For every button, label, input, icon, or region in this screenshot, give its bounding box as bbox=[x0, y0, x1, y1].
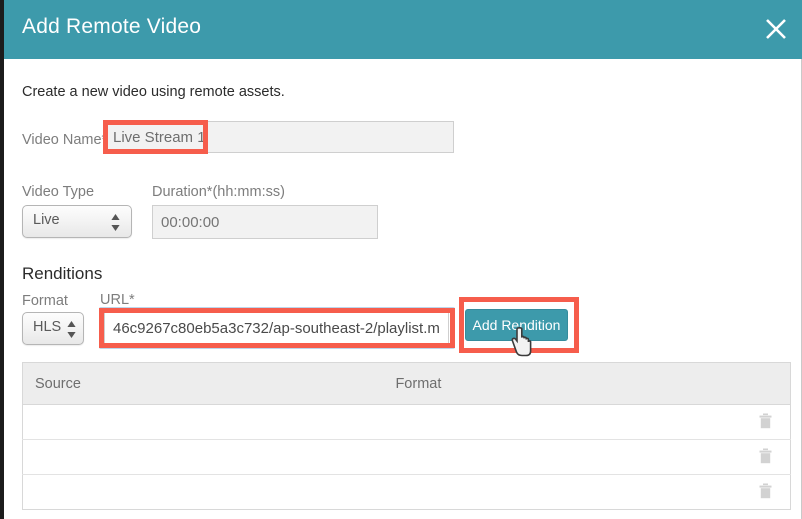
table-row[interactable] bbox=[22, 404, 791, 440]
column-header-source: Source bbox=[22, 362, 384, 405]
trash-icon[interactable] bbox=[759, 413, 772, 432]
video-type-value: Live bbox=[33, 212, 60, 228]
add-rendition-button[interactable]: Add Rendition bbox=[465, 309, 568, 341]
add-remote-video-dialog: Add Remote Video Create a new video usin… bbox=[0, 0, 802, 519]
table-row[interactable] bbox=[22, 439, 791, 475]
duration-input[interactable] bbox=[152, 205, 378, 239]
intro-text: Create a new video using remote assets. bbox=[22, 84, 285, 100]
video-name-label: Video Name* bbox=[22, 132, 108, 148]
dialog-body: Create a new video using remote assets. … bbox=[4, 59, 802, 519]
cell-source bbox=[23, 475, 384, 510]
table-row[interactable] bbox=[23, 475, 791, 510]
cell-source bbox=[22, 439, 384, 475]
dialog-header: Add Remote Video bbox=[4, 0, 802, 59]
chevron-updown-icon bbox=[111, 214, 120, 231]
format-value: HLS bbox=[33, 319, 62, 335]
video-name-input[interactable] bbox=[104, 121, 454, 153]
cell-format bbox=[383, 404, 730, 440]
cell-format bbox=[383, 439, 730, 475]
column-header-format: Format bbox=[383, 362, 730, 405]
trash-icon[interactable] bbox=[759, 448, 772, 467]
chevron-updown-icon bbox=[67, 321, 76, 338]
cell-source bbox=[22, 404, 384, 440]
renditions-table: Source Format bbox=[22, 362, 791, 510]
duration-label: Duration*(hh:mm:ss) bbox=[152, 184, 285, 200]
video-type-label: Video Type bbox=[22, 184, 95, 200]
format-label: Format bbox=[22, 293, 68, 309]
cell-format bbox=[383, 475, 729, 510]
url-label: URL* bbox=[100, 292, 135, 308]
table-header-row: Source Format bbox=[22, 362, 791, 405]
url-input[interactable] bbox=[104, 312, 449, 344]
dialog-title: Add Remote Video bbox=[22, 15, 202, 38]
format-select[interactable]: HLS bbox=[22, 312, 84, 345]
close-icon[interactable] bbox=[760, 13, 792, 45]
video-type-select[interactable]: Live bbox=[22, 205, 132, 238]
column-header-actions bbox=[729, 362, 791, 405]
renditions-heading: Renditions bbox=[22, 264, 103, 283]
trash-icon[interactable] bbox=[759, 483, 772, 502]
